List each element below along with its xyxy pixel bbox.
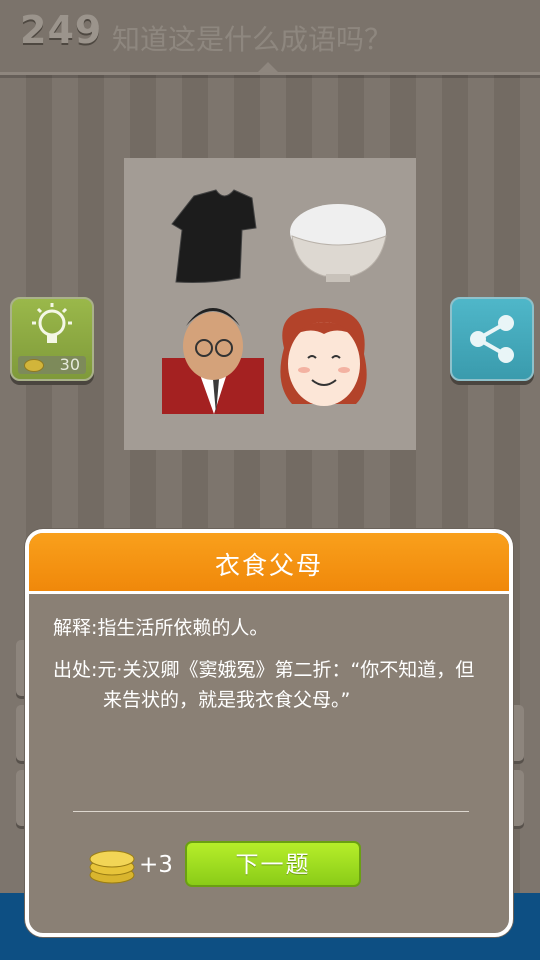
topbar-notch [258, 62, 278, 72]
idiom-answer: 衣食父母 [214, 551, 323, 580]
share-button[interactable] [450, 297, 534, 381]
dialog-header: 衣食父母 [29, 533, 509, 594]
coin-icon [24, 359, 44, 372]
coin-stack-icon [89, 850, 135, 884]
answer-dialog: 衣食父母 解释:指生活所依赖的人。 出处:元·关汉卿《窦娥冤》第二折：“你不知道… [25, 529, 513, 937]
lightbulb-icon [32, 303, 72, 343]
puzzle-picture [124, 158, 416, 450]
mother-cartoon-icon [280, 308, 367, 406]
rice-bowl-icon [290, 204, 387, 282]
hint-cost-value: 30 [59, 355, 80, 374]
black-tshirt-icon [171, 189, 257, 283]
share-icon [470, 315, 514, 363]
reward-amount: +3 [139, 852, 173, 878]
question-text: 知道这是什么成语吗？ [112, 23, 393, 56]
level-number: 249 [20, 8, 103, 52]
idiom-meaning: 解释:指生活所依赖的人。 [53, 617, 269, 639]
divider [73, 811, 469, 812]
hint-cost-badge: 30 [18, 356, 86, 374]
idiom-source: 出处:元·关汉卿《窦娥冤》第二折：“你不知道，但来告状的，就是我衣食父母。” [53, 659, 475, 711]
father-cartoon-icon [162, 308, 264, 414]
hint-button[interactable]: 30 [10, 297, 94, 381]
next-question-button[interactable]: 下一题 [185, 841, 361, 887]
